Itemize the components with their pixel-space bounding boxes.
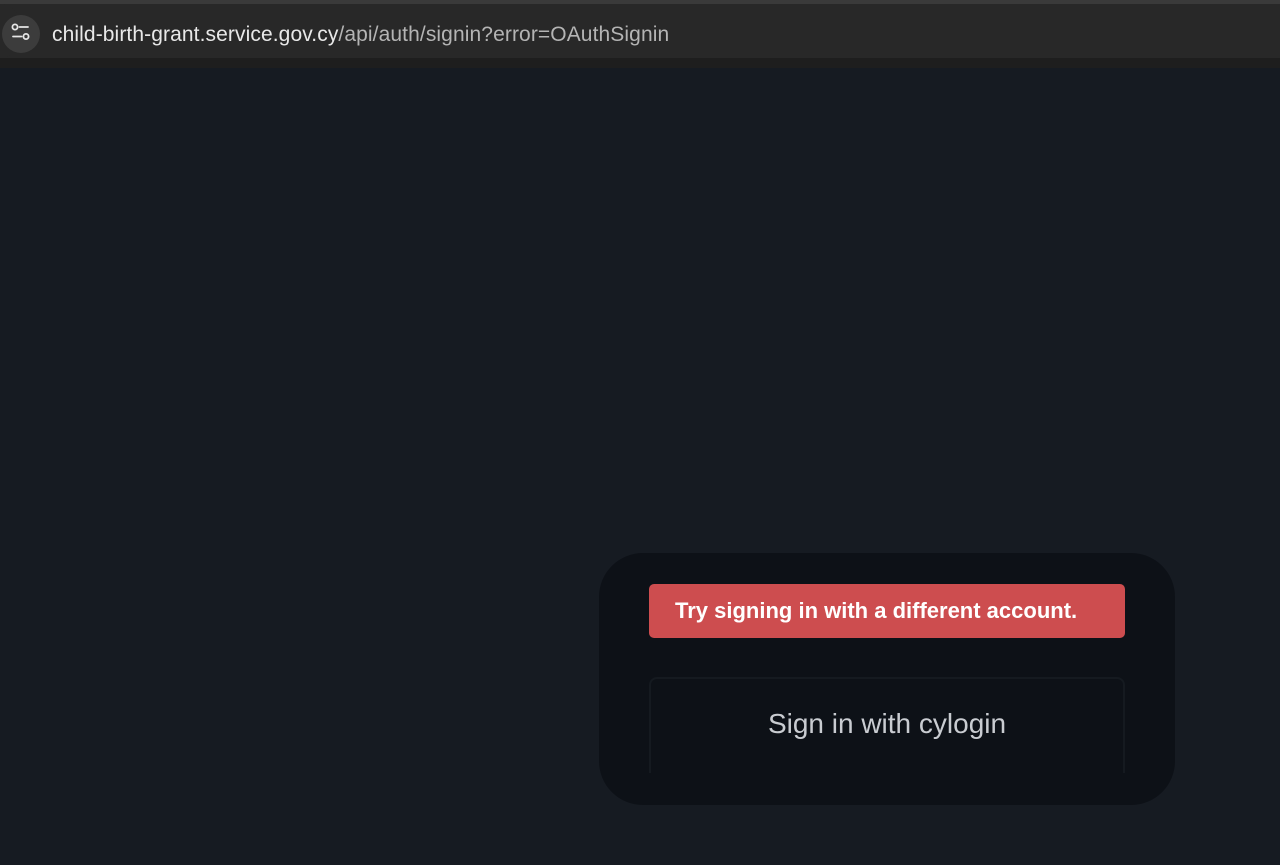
error-message: Try signing in with a different account. (675, 598, 1078, 623)
toolbar-divider (0, 58, 1280, 68)
signin-cylogin-button[interactable]: Sign in with cylogin (649, 677, 1125, 773)
tune-icon (10, 21, 32, 48)
signin-card: Try signing in with a different account.… (599, 553, 1175, 805)
url-path: /api/auth/signin?error=OAuthSignin (338, 23, 670, 46)
site-info-button[interactable] (2, 15, 40, 53)
address-bar[interactable]: child-birth-grant.service.gov.cy/api/aut… (0, 4, 1280, 58)
error-banner: Try signing in with a different account. (649, 584, 1125, 638)
url-field[interactable]: child-birth-grant.service.gov.cy/api/aut… (52, 21, 669, 49)
url-host: child-birth-grant.service.gov.cy (52, 23, 339, 46)
signin-button-label: Sign in with cylogin (767, 708, 1007, 739)
